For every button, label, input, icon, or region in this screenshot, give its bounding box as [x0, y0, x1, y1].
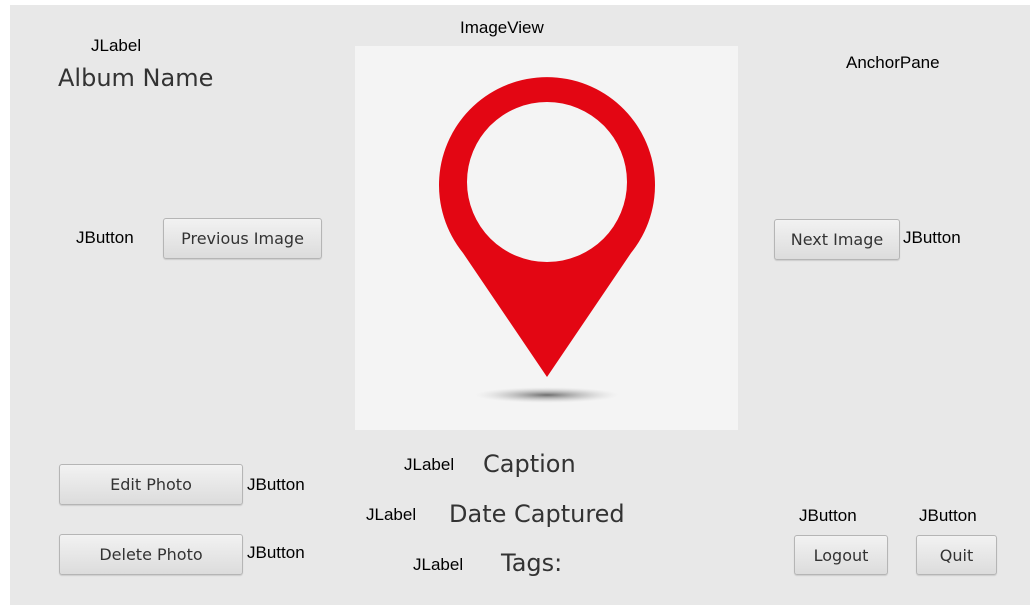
next-image-button[interactable]: Next Image [774, 219, 900, 260]
previous-button-annotation: JButton [76, 228, 134, 247]
quit-button[interactable]: Quit [916, 535, 997, 575]
delete-button-annotation: JButton [247, 543, 305, 562]
previous-image-button[interactable]: Previous Image [163, 218, 322, 259]
quit-button-annotation: JButton [919, 506, 977, 525]
anchorpane-annotation: AnchorPane [846, 53, 940, 72]
location-pin-icon [439, 77, 655, 403]
caption-label: Caption [483, 450, 576, 478]
image-view [355, 46, 738, 430]
tags-label: Tags: [501, 549, 563, 577]
logout-button[interactable]: Logout [794, 535, 888, 575]
caption-label-annotation: JLabel [404, 455, 455, 474]
tags-label-annotation: JLabel [413, 555, 464, 574]
album-name-label: Album Name [58, 64, 214, 92]
edit-photo-button[interactable]: Edit Photo [59, 464, 243, 505]
logout-button-annotation: JButton [799, 506, 857, 525]
edit-button-annotation: JButton [247, 475, 305, 494]
date-label-annotation: JLabel [366, 505, 417, 524]
album-label-annotation: JLabel [91, 36, 142, 55]
date-captured-label: Date Captured [449, 500, 625, 528]
imageview-annotation: ImageView [460, 18, 544, 37]
next-button-annotation: JButton [903, 228, 961, 247]
delete-photo-button[interactable]: Delete Photo [59, 534, 243, 575]
